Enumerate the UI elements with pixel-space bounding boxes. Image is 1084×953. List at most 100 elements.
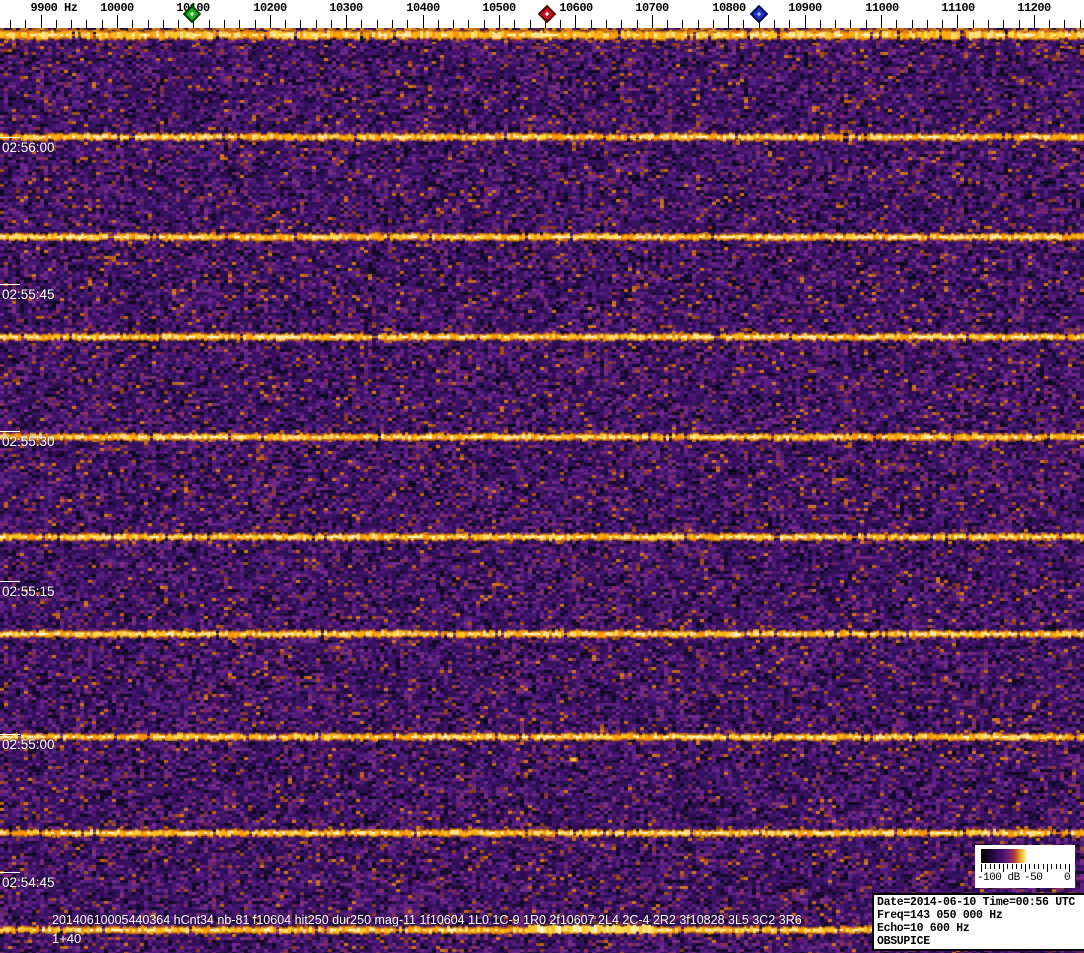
colorbar-tick <box>1056 864 1057 869</box>
freq-tick <box>499 15 500 28</box>
freq-label: 10200 <box>253 1 287 15</box>
freq-tick <box>163 20 164 28</box>
colorbar-tick <box>1016 864 1017 869</box>
time-tick <box>0 734 20 735</box>
freq-tick <box>1003 20 1004 28</box>
frame-id-label: 1+40 <box>52 931 81 946</box>
freq-tick <box>1064 20 1065 28</box>
spectrogram-waterfall <box>0 28 1084 953</box>
freq-label: 11200 <box>1017 1 1051 15</box>
colorbar-gradient <box>981 849 1069 863</box>
freq-tick <box>621 20 622 28</box>
spectrogram-screen: 9900 Hz100001010010200103001040010500106… <box>0 0 1084 953</box>
colorbar-tick <box>1025 864 1026 872</box>
freq-tick <box>973 20 974 28</box>
freq-label: 10400 <box>406 1 440 15</box>
detection-annotation: 20140610005440364 hCnt34 nb-81 f10604 hi… <box>52 913 802 927</box>
time-tick <box>0 431 20 432</box>
colorbar-label-max: 0 <box>1064 872 1070 884</box>
time-tick <box>0 284 20 285</box>
freq-tick <box>1019 20 1020 28</box>
freq-tick <box>178 20 179 28</box>
colorbar-tick <box>1012 864 1013 869</box>
freq-tick <box>820 20 821 28</box>
freq-tick <box>300 20 301 28</box>
freq-label: 10800 <box>712 1 746 15</box>
time-tick <box>0 872 20 873</box>
time-label: 02:56:00 <box>2 140 55 155</box>
colorbar-tick <box>1029 864 1030 869</box>
info-line: OBSUPICE <box>877 935 1082 948</box>
freq-tick <box>71 20 72 28</box>
freq-tick <box>392 20 393 28</box>
colorbar-tick <box>985 864 986 869</box>
freq-tick <box>148 20 149 28</box>
freq-tick <box>988 20 989 28</box>
freq-tick <box>912 20 913 28</box>
time-label: 02:55:45 <box>2 287 55 302</box>
freq-tick <box>835 20 836 28</box>
freq-tick <box>957 15 958 28</box>
freq-tick <box>1049 20 1050 28</box>
freq-tick <box>667 20 668 28</box>
freq-tick <box>255 20 256 28</box>
freq-tick <box>637 20 638 28</box>
colorbar-tick <box>1065 864 1066 869</box>
colorbar-tick <box>994 864 995 869</box>
freq-tick <box>361 20 362 28</box>
marker-center-dot <box>757 12 761 16</box>
freq-tick <box>805 15 806 28</box>
info-line: Echo=10 600 Hz <box>877 922 1082 935</box>
freq-tick <box>25 20 26 28</box>
freq-tick <box>774 20 775 28</box>
freq-tick <box>102 20 103 28</box>
freq-tick <box>866 20 867 28</box>
freq-tick <box>331 20 332 28</box>
freq-tick <box>423 15 424 28</box>
freq-label: 11100 <box>941 1 975 15</box>
freq-label: 11000 <box>865 1 899 15</box>
freq-label: 10300 <box>329 1 363 15</box>
marker-diamond-blue-icon <box>750 5 768 23</box>
freq-tick <box>881 15 882 28</box>
colorbar-tick <box>990 864 991 869</box>
freq-tick <box>407 20 408 28</box>
colorbar-tick <box>981 864 982 872</box>
colorbar-tick <box>1034 864 1035 869</box>
freq-label: 10500 <box>482 1 516 15</box>
freq-label: 10600 <box>559 1 593 15</box>
time-label: 02:54:45 <box>2 875 55 890</box>
freq-tick <box>591 20 592 28</box>
freq-tick <box>270 15 271 28</box>
colorbar-tick <box>1047 864 1048 872</box>
freq-tick <box>682 20 683 28</box>
freq-tick <box>453 20 454 28</box>
freq-tick <box>86 20 87 28</box>
freq-tick <box>117 15 118 28</box>
colorbar-label-min: -100 dB <box>977 872 1020 884</box>
time-tick <box>0 581 20 582</box>
marker-diamond-red-icon <box>538 5 556 23</box>
colorbar-tick <box>1003 864 1004 872</box>
time-label: 02:55:30 <box>2 434 55 449</box>
freq-label: 10000 <box>100 1 134 15</box>
freq-tick <box>530 20 531 28</box>
colorbar-tick <box>1038 864 1039 869</box>
freq-tick <box>575 15 576 28</box>
freq-tick <box>743 20 744 28</box>
colorbar-label-mid: -50 <box>1024 872 1042 884</box>
time-label: 02:55:15 <box>2 584 55 599</box>
freq-label: 9900 Hz <box>31 1 78 15</box>
marker-center-dot <box>190 12 194 16</box>
freq-tick <box>606 20 607 28</box>
freq-tick <box>224 20 225 28</box>
freq-tick <box>209 20 210 28</box>
freq-tick <box>56 20 57 28</box>
freq-tick <box>850 20 851 28</box>
freq-tick <box>132 20 133 28</box>
freq-tick <box>468 20 469 28</box>
freq-tick <box>652 15 653 28</box>
freq-tick <box>514 20 515 28</box>
freq-tick <box>10 20 11 28</box>
freq-tick <box>346 15 347 28</box>
